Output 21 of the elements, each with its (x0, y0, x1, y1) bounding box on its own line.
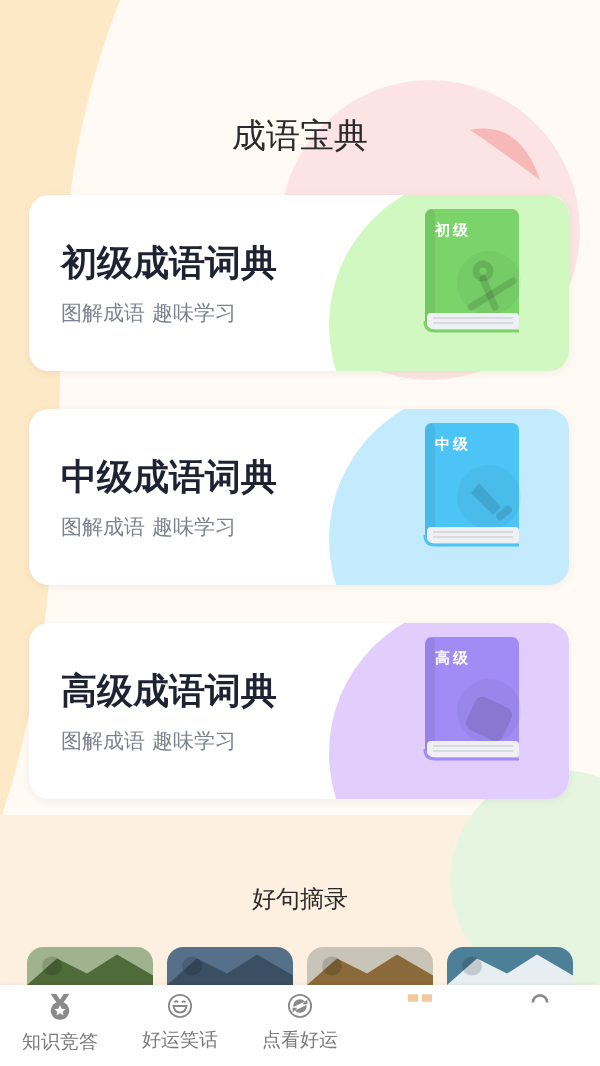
dictionary-subtitle: 图解成语 趣味学习 (61, 514, 237, 542)
dictionary-card[interactable]: 高级成语词典 图解成语 趣味学习 高级 (29, 623, 569, 799)
smile-icon (167, 993, 193, 1019)
level-label: 初级 (435, 220, 471, 241)
page-title: 成语宝典 (232, 114, 368, 157)
dictionary-subtitle: 图解成语 趣味学习 (61, 728, 237, 756)
tab[interactable]: 知识竞答 (0, 985, 120, 1066)
dictionary-card[interactable]: 初级成语词典 图解成语 趣味学习 初级 (29, 195, 569, 371)
dictionary-subtitle: 图解成语 趣味学习 (61, 300, 237, 328)
level-label: 中级 (435, 434, 471, 455)
book-icon (407, 993, 433, 1003)
section-title: 好句摘录 (252, 884, 348, 915)
tab[interactable]: 点看好运 (240, 985, 360, 1066)
dictionary-title: 高级成语词典 (61, 669, 278, 714)
dictionary-card[interactable]: 中级成语词典 图解成语 趣味学习 中级 (29, 409, 569, 585)
level-label: 高级 (435, 648, 471, 669)
refresh-icon (287, 993, 313, 1019)
petal-shape (470, 128, 540, 180)
dictionary-title: 初级成语词典 (61, 241, 278, 286)
tab[interactable]: 好运笑话 (120, 985, 240, 1066)
dictionary-title: 中级成语词典 (61, 455, 278, 500)
